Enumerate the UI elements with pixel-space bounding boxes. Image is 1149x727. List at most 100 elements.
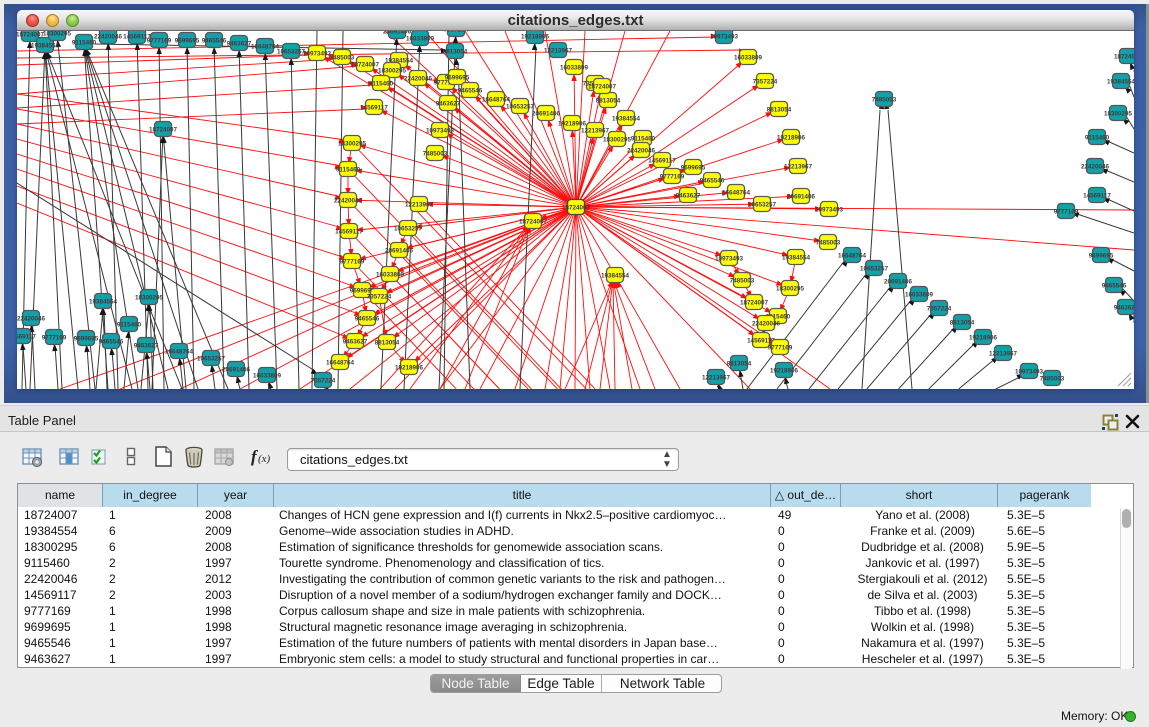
svg-text:10973493: 10973493 — [815, 206, 844, 213]
svg-text:18300295: 18300295 — [603, 136, 632, 143]
svg-text:10653257: 10653257 — [506, 103, 535, 110]
svg-text:9465546: 9465546 — [458, 87, 483, 94]
svg-text:19384554: 19384554 — [31, 42, 60, 49]
svg-text:22420046: 22420046 — [94, 33, 123, 40]
svg-text:22420046: 22420046 — [334, 197, 363, 204]
svg-text:9115460: 9115460 — [1085, 134, 1110, 141]
svg-text:10973493: 10973493 — [1015, 368, 1044, 375]
svg-text:22420046: 22420046 — [17, 315, 45, 322]
svg-text:9699695: 9699695 — [681, 164, 706, 171]
svg-text:9115460: 9115460 — [631, 135, 656, 142]
svg-text:12213967: 12213967 — [784, 163, 813, 170]
svg-text:12213967: 12213967 — [405, 201, 434, 208]
svg-text:7485003: 7485003 — [730, 277, 755, 284]
svg-text:16033809: 16033809 — [253, 372, 282, 379]
svg-text:9699695: 9699695 — [445, 74, 470, 81]
svg-text:8813054: 8813054 — [767, 106, 792, 113]
svg-text:8813054: 8813054 — [443, 48, 468, 55]
svg-text:19384554: 19384554 — [782, 254, 811, 261]
svg-text:(x): (x) — [258, 453, 271, 465]
svg-text:18724007: 18724007 — [562, 204, 591, 211]
svg-text:18724007: 18724007 — [519, 218, 548, 225]
svg-text:9465546: 9465546 — [355, 315, 380, 322]
svg-text:16648764: 16648764 — [326, 359, 355, 366]
svg-text:9463627: 9463627 — [343, 338, 368, 345]
svg-text:10653257: 10653257 — [860, 265, 889, 272]
svg-text:20691406: 20691406 — [222, 366, 251, 373]
svg-text:10653257: 10653257 — [197, 355, 226, 362]
svg-text:7357224: 7357224 — [367, 293, 392, 300]
svg-text:18300295: 18300295 — [776, 285, 805, 292]
svg-text:7485003: 7485003 — [872, 96, 897, 103]
svg-text:14569117: 14569117 — [360, 104, 388, 111]
svg-text:18724007: 18724007 — [740, 299, 769, 306]
svg-text:7357224: 7357224 — [753, 78, 778, 85]
svg-text:9463627: 9463627 — [134, 342, 159, 349]
svg-text:19384554: 19384554 — [612, 115, 641, 122]
svg-text:10973493: 10973493 — [715, 255, 744, 262]
svg-text:20691406: 20691406 — [532, 110, 561, 117]
svg-text:9777169: 9777169 — [42, 334, 67, 341]
svg-text:16033809: 16033809 — [406, 35, 435, 42]
svg-text:7357224: 7357224 — [444, 31, 469, 33]
svg-text:20691406: 20691406 — [787, 193, 816, 200]
svg-text:10653257: 10653257 — [748, 201, 777, 208]
svg-text:19218906: 19218906 — [969, 334, 998, 341]
svg-text:12213967: 12213967 — [989, 350, 1018, 357]
svg-text:9777169: 9777169 — [1054, 208, 1079, 215]
svg-text:9115460: 9115460 — [336, 166, 361, 173]
svg-text:9115460: 9115460 — [72, 39, 97, 46]
svg-text:20691406: 20691406 — [884, 278, 913, 285]
svg-text:8813054: 8813054 — [950, 319, 975, 326]
svg-text:19218906: 19218906 — [395, 364, 424, 371]
svg-text:19384554: 19384554 — [1107, 78, 1134, 85]
svg-text:9699695: 9699695 — [1089, 252, 1114, 259]
svg-text:10973493: 10973493 — [303, 50, 332, 57]
svg-text:12213967: 12213967 — [581, 127, 610, 134]
svg-text:7485003: 7485003 — [816, 239, 841, 246]
svg-text:9465546: 9465546 — [700, 177, 725, 184]
svg-text:16033809: 16033809 — [560, 64, 589, 71]
svg-text:8813054: 8813054 — [375, 339, 400, 346]
svg-text:9699695: 9699695 — [74, 335, 99, 342]
svg-text:7357224: 7357224 — [927, 305, 952, 312]
svg-text:10653257: 10653257 — [394, 225, 423, 232]
svg-text:16648764: 16648764 — [722, 189, 751, 196]
svg-text:12213967: 12213967 — [544, 47, 573, 54]
svg-text:18300295: 18300295 — [43, 31, 72, 37]
svg-text:9463627: 9463627 — [676, 192, 701, 199]
svg-text:18300295: 18300295 — [378, 67, 407, 74]
svg-text:22420046: 22420046 — [404, 75, 433, 82]
svg-text:9777169: 9777169 — [660, 173, 685, 180]
svg-text:14569117: 14569117 — [17, 333, 36, 340]
svg-text:22420046: 22420046 — [752, 320, 781, 327]
svg-text:9465546: 9465546 — [202, 37, 227, 44]
svg-text:16648764: 16648764 — [251, 43, 280, 50]
svg-text:20691406: 20691406 — [385, 247, 414, 254]
svg-text:18300295: 18300295 — [1104, 110, 1133, 117]
svg-text:10653257: 10653257 — [277, 48, 306, 55]
svg-text:16648764: 16648764 — [838, 252, 867, 259]
svg-text:16033809: 16033809 — [905, 291, 934, 298]
svg-text:7485003: 7485003 — [423, 150, 448, 157]
svg-text:16648764: 16648764 — [165, 348, 194, 355]
svg-text:19218906: 19218906 — [770, 367, 799, 374]
svg-text:18724007: 18724007 — [588, 83, 617, 90]
svg-text:19384554: 19384554 — [89, 298, 118, 305]
svg-text:9465546: 9465546 — [1102, 282, 1127, 289]
svg-text:7485003: 7485003 — [1040, 375, 1065, 382]
svg-text:14569117: 14569117 — [335, 228, 363, 235]
svg-text:8813054: 8813054 — [596, 97, 621, 104]
svg-text:14569117: 14569117 — [648, 157, 676, 164]
svg-text:9115460: 9115460 — [369, 80, 394, 87]
svg-text:8813054: 8813054 — [727, 360, 752, 367]
svg-text:14569117: 14569117 — [1083, 192, 1111, 199]
svg-text:9777169: 9777169 — [768, 344, 793, 351]
svg-text:18300295: 18300295 — [135, 294, 164, 301]
svg-text:19218906: 19218906 — [777, 134, 806, 141]
svg-text:16033809: 16033809 — [734, 54, 763, 61]
svg-text:22420046: 22420046 — [627, 147, 656, 154]
svg-text:9463627: 9463627 — [436, 100, 461, 107]
svg-text:9115460: 9115460 — [117, 321, 142, 328]
svg-text:9463627: 9463627 — [1114, 304, 1134, 311]
